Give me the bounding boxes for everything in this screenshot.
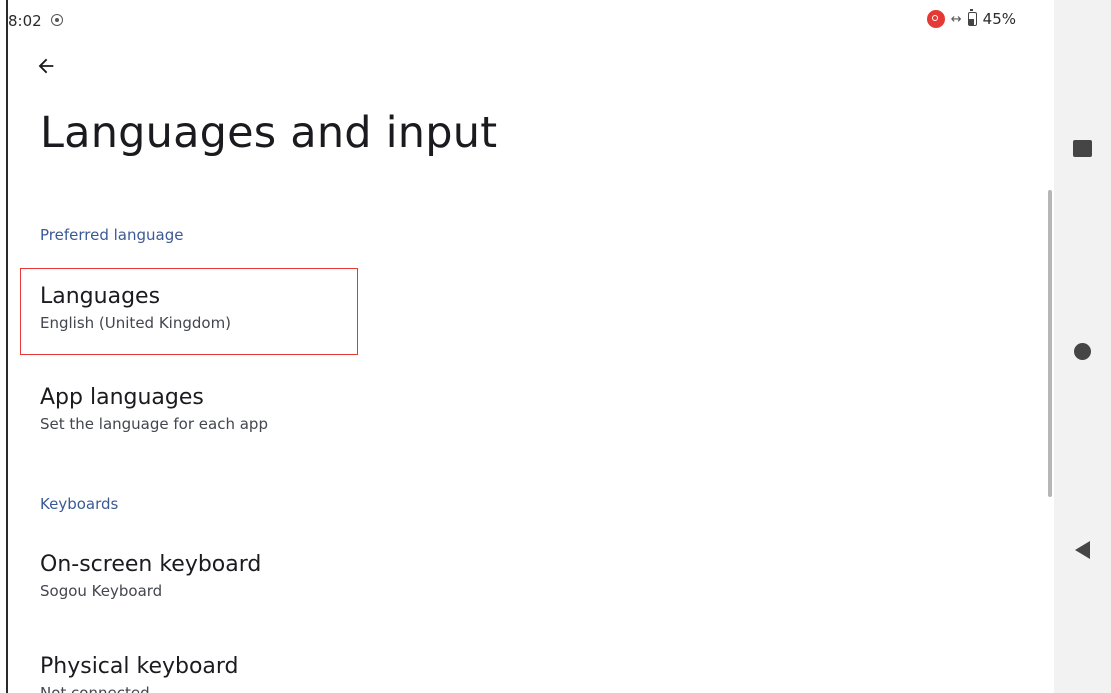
item-subtitle: Set the language for each app [40, 415, 268, 433]
item-title: App languages [40, 385, 204, 410]
settings-item-app-languages[interactable]: App languages Set the language for each … [40, 384, 268, 434]
battery-percent: 45% [982, 10, 1016, 28]
square-icon [1073, 139, 1092, 157]
data-transfer-icon: ↔ [950, 11, 962, 27]
item-subtitle: Not connected [40, 684, 150, 693]
recents-button[interactable] [1063, 128, 1103, 168]
back-arrow-icon [38, 58, 54, 74]
back-button[interactable] [30, 50, 62, 82]
section-header-preferred-language: Preferred language [40, 226, 184, 244]
highlight-box [20, 268, 358, 355]
recording-icon [926, 10, 945, 28]
scrollbar[interactable] [1048, 190, 1052, 497]
battery-icon [967, 9, 977, 26]
screen-record-status-icon [51, 14, 63, 26]
item-title: Physical keyboard [40, 654, 239, 679]
section-header-keyboards: Keyboards [40, 495, 119, 513]
status-icons: ↔ 45% [926, 9, 1016, 28]
item-title: On-screen keyboard [40, 552, 262, 577]
navigation-bar [1054, 0, 1111, 693]
settings-screen: 8:02 ↔ 45% Languages and input Preferred… [8, 0, 1054, 693]
circle-icon [1074, 342, 1091, 360]
status-time: 8:02 [8, 12, 42, 30]
screen-left-edge [0, 0, 8, 693]
settings-item-on-screen-keyboard[interactable]: On-screen keyboard Sogou Keyboard [40, 551, 261, 601]
home-button[interactable] [1063, 331, 1103, 371]
settings-item-physical-keyboard[interactable]: Physical keyboard Not connected [40, 653, 239, 693]
nav-back-button[interactable] [1063, 530, 1103, 570]
page-title: Languages and input [40, 108, 498, 158]
triangle-back-icon [1075, 541, 1090, 559]
item-subtitle: Sogou Keyboard [40, 582, 163, 600]
